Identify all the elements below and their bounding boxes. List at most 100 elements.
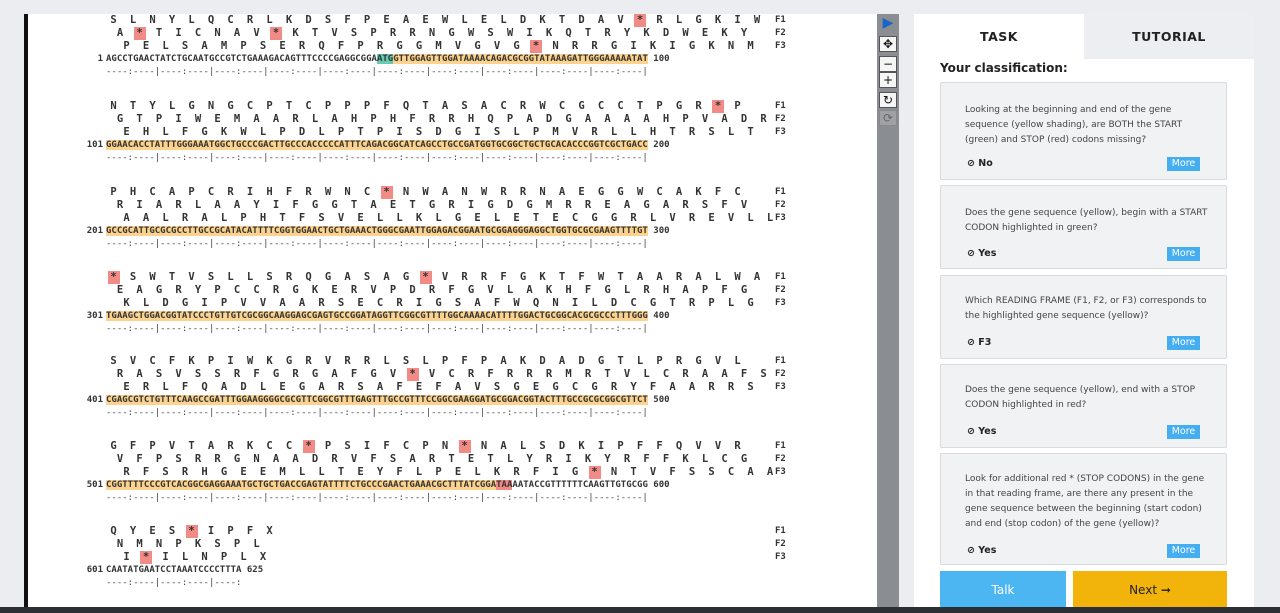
amino-acid: I [123,551,130,563]
amino-acid: T [279,212,286,224]
check-circle-icon: ⊘ [967,337,975,348]
amino-acid: C [207,186,215,198]
amino-acid: G [415,40,423,52]
amino-acid: F [396,466,403,478]
amino-acid: A [441,100,449,112]
amino-acid: G [513,40,520,52]
amino-acid: N [207,100,215,112]
amino-acid: N [552,297,559,309]
amino-acid: L [246,271,254,283]
amino-acid: R [428,113,436,125]
stop-codon-marker: * [185,525,198,538]
frame-label: F2 [775,369,786,379]
amino-acid: G [695,355,702,367]
amino-acid: V [474,381,481,393]
amino-acid: Q [402,100,410,112]
stop-codon-marker: * [588,466,601,479]
amino-acid: S [493,381,501,393]
next-button[interactable]: Next ➞ [1073,571,1227,609]
amino-acid: V [441,271,449,283]
amino-acid: A [201,212,208,224]
amino-acid: T [558,14,566,26]
amino-acid: L [376,212,384,224]
amino-acid: R [305,355,312,367]
amino-acid: R [428,284,436,296]
amino-acid: F [487,368,494,380]
amino-acid: V [454,40,462,52]
amino-acid: E [383,14,390,26]
amino-acid: A [292,453,299,465]
amino-acid: G [402,271,410,283]
reset-icon[interactable]: ↻ [879,92,897,108]
amino-acid: S [363,271,371,283]
stop-codon-marker: * [419,271,432,284]
amino-acid: Q [207,14,215,26]
amino-acid: S [318,212,325,224]
amino-acid: F [396,381,403,393]
amino-acid: R [376,40,384,52]
amino-acid: C [721,453,728,465]
amino-acid: P [701,284,709,296]
amino-acid: L [253,538,260,550]
start-position: 1 [97,54,103,64]
amino-acid: I [207,525,215,537]
amino-acid: S [454,297,462,309]
move-icon[interactable]: ✥ [879,36,897,52]
question-card: Does the gene sequence (yellow), end wit… [940,364,1227,448]
amino-acid: R [610,381,618,393]
amino-acid: F [383,440,390,452]
amino-acid: R [682,368,689,380]
more-button[interactable]: More [1167,336,1200,350]
amino-acid: G [610,40,618,52]
amino-acid: E [259,466,267,478]
zoom-in-icon[interactable]: + [879,72,897,88]
more-button[interactable]: More [1167,157,1200,171]
amino-acid: I [597,440,605,452]
zoom-out-icon[interactable]: − [879,56,897,72]
amino-acid: R [584,368,592,380]
more-button[interactable]: More [1167,247,1200,261]
more-button[interactable]: More [1167,544,1200,558]
amino-acid: P [656,355,663,367]
start-position: 201 [86,226,103,236]
answer-label: Yes [978,248,997,259]
amino-acid: D [662,27,670,39]
pointer-icon[interactable]: ▶ [879,16,897,32]
amino-acid: C [500,100,507,112]
amino-acid: E [389,199,397,211]
amino-acid: E [422,14,429,26]
amino-acid: K [266,355,273,367]
amino-acid: R [545,368,553,380]
refresh-icon[interactable]: ⟳ [879,110,897,126]
amino-acid: V [129,355,137,367]
amino-acid: A [136,368,143,380]
frame-label: F3 [775,298,786,308]
end-position: 100 [647,54,670,64]
more-button[interactable]: More [1167,425,1200,439]
amino-acid: G [688,40,696,52]
dna-sequence: TGAAGCTGGACGGTATCCCTGTTGTCGCGGCAAGGAGCGA… [106,311,670,321]
amino-acid: L [415,466,423,478]
answer-value: ⊘ Yes [967,545,996,556]
amino-acid: W [324,186,332,198]
amino-acid: V [337,212,345,224]
amino-acid: R [363,355,371,367]
tab-task[interactable]: TASK [914,14,1084,59]
amino-acid: S [539,440,546,452]
check-circle-icon: ⊘ [967,426,975,437]
amino-acid: C [571,381,579,393]
amino-acid: A [675,186,683,198]
amino-acid: A [253,113,260,125]
amino-acid: V [370,284,377,296]
amino-acid: A [272,113,280,125]
amino-acid: P [220,551,228,563]
amino-acid: L [142,297,150,309]
amino-acid: L [162,212,169,224]
amino-acid: R [181,212,189,224]
tab-tutorial[interactable]: TUTORIAL [1084,14,1254,59]
talk-button[interactable]: Talk [940,571,1066,609]
amino-acid: A [233,199,241,211]
amino-acid: T [409,199,416,211]
amino-acid: D [305,14,312,26]
amino-acid: L [727,297,735,309]
